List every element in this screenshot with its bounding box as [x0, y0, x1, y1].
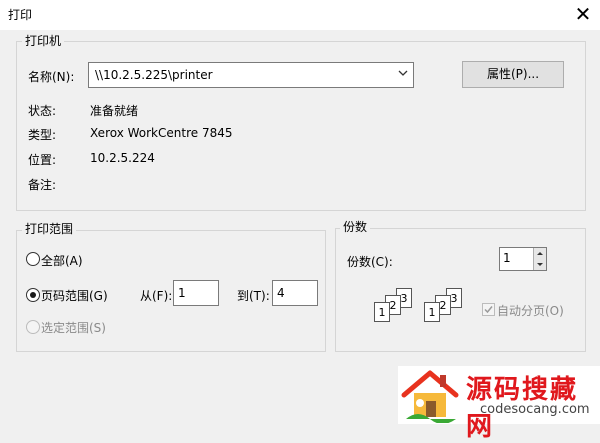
chevron-down-icon: [398, 70, 408, 76]
radio-pages-label[interactable]: 页码范围(G): [41, 287, 108, 304]
spin-up-button[interactable]: [533, 248, 546, 259]
triangle-down-icon: [537, 263, 543, 266]
copies-spinner[interactable]: 1: [499, 247, 547, 271]
printer-group-label: 打印机: [22, 34, 65, 48]
triangle-up-icon: [537, 252, 543, 255]
printer-name-label: 名称(N):: [28, 70, 75, 84]
to-label: 到(T):: [237, 289, 270, 303]
from-input[interactable]: 1: [173, 280, 219, 306]
radio-all-label[interactable]: 全部(A): [41, 252, 83, 269]
copies-group-label: 份数: [340, 220, 371, 234]
radio-pages[interactable]: [26, 288, 40, 302]
window-title: 打印: [8, 8, 33, 22]
to-value: 4: [277, 286, 285, 300]
checkmark-icon: [484, 306, 493, 314]
properties-button[interactable]: 属性(P)...: [462, 61, 564, 88]
copies-value: 1: [503, 251, 511, 265]
print-range-group-label: 打印范围: [22, 222, 77, 236]
close-button[interactable]: ✕: [572, 3, 594, 25]
radio-all[interactable]: [26, 252, 40, 266]
type-value: Xerox WorkCentre 7845: [90, 126, 233, 140]
radio-selection: [26, 320, 40, 334]
radio-selection-label: 选定范围(S): [41, 321, 106, 335]
status-label: 状态:: [28, 104, 57, 118]
copies-label: 份数(C):: [347, 255, 393, 269]
close-icon: ✕: [574, 2, 592, 26]
watermark-url: codesocang.com: [480, 402, 590, 417]
printer-name-combo[interactable]: \\10.2.5.225\printer: [88, 62, 414, 88]
house-logo-icon: [401, 370, 459, 423]
printer-name-value: \\10.2.5.225\printer: [95, 68, 213, 82]
from-value: 1: [178, 286, 186, 300]
from-label: 从(F):: [140, 289, 173, 303]
type-label: 类型:: [28, 128, 57, 142]
collate-label: 自动分页(O): [497, 304, 564, 318]
collate-illustration: 3 2 1 3 2 1: [370, 288, 470, 328]
location-label: 位置:: [28, 153, 57, 167]
comment-label: 备注:: [28, 178, 57, 192]
watermark: 源码搜藏网 codesocang.com: [398, 366, 600, 442]
spin-down-button[interactable]: [533, 259, 546, 270]
location-value: 10.2.5.224: [90, 151, 155, 165]
collate-checkbox: [482, 303, 495, 316]
collate-page: 1: [374, 302, 390, 322]
collate-page: 1: [424, 302, 440, 322]
to-input[interactable]: 4: [272, 280, 318, 306]
title-bar: [0, 0, 600, 30]
status-value: 准备就绪: [90, 104, 139, 118]
